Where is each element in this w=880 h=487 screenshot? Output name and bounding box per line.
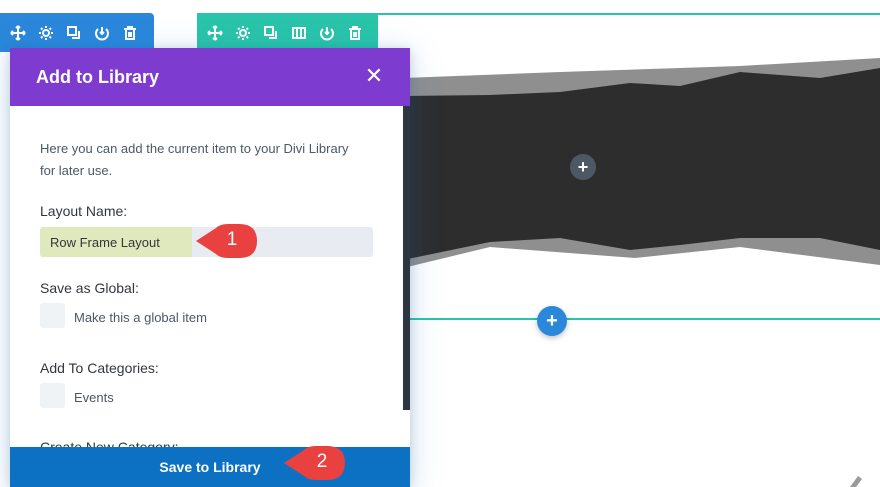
layout-name-label: Layout Name:: [40, 203, 128, 219]
row-outline-bottom: [403, 318, 880, 320]
modal-header: Add to Library ✕: [10, 48, 410, 106]
duplicate-icon[interactable]: [64, 23, 84, 43]
move-icon[interactable]: [8, 23, 28, 43]
save-to-library-icon[interactable]: [317, 23, 337, 43]
gear-icon[interactable]: [233, 23, 253, 43]
trash-icon[interactable]: [345, 23, 365, 43]
add-to-categories-label: Add To Categories:: [40, 360, 159, 376]
columns-icon[interactable]: [289, 23, 309, 43]
category-events-checkbox[interactable]: [40, 383, 65, 408]
add-to-library-modal: Add to Library ✕ Here you can add the cu…: [10, 48, 410, 487]
duplicate-icon[interactable]: [261, 23, 281, 43]
close-icon[interactable]: ✕: [364, 65, 384, 87]
callout-2: 2: [282, 442, 348, 484]
add-module-button[interactable]: +: [570, 154, 596, 180]
callout-1-number: 1: [226, 229, 238, 250]
modal-scrollbar[interactable]: [403, 106, 410, 410]
row-toolbar: [197, 13, 378, 52]
trash-icon[interactable]: [120, 23, 140, 43]
section-toolbar: [0, 13, 154, 60]
move-icon[interactable]: [205, 23, 225, 43]
global-item-checkbox[interactable]: [40, 303, 65, 328]
modal-title: Add to Library: [36, 66, 160, 87]
callout-1: 1: [194, 220, 260, 262]
save-to-library-button[interactable]: Save to Library: [10, 447, 410, 487]
modal-description: Here you can add the current item to you…: [40, 141, 349, 178]
save-as-global-label: Save as Global:: [40, 280, 139, 296]
callout-2-number: 2: [316, 451, 328, 472]
add-row-button[interactable]: +: [537, 306, 567, 336]
layout-name-value: Row Frame Layout: [50, 235, 160, 250]
gear-icon[interactable]: [36, 23, 56, 43]
save-to-library-icon[interactable]: [92, 23, 112, 43]
category-events-label: Events: [74, 390, 114, 405]
global-item-checkbox-label: Make this a global item: [74, 310, 207, 325]
